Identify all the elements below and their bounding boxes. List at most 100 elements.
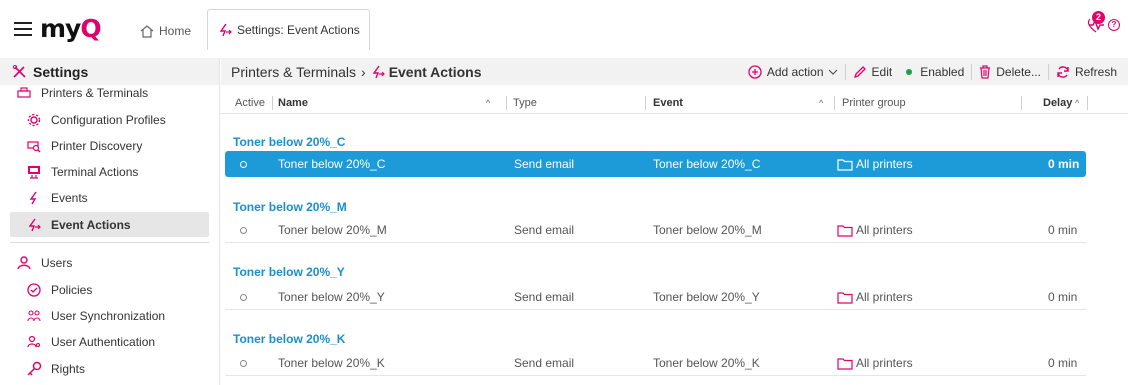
cell-type: Send email [514, 223, 575, 237]
sidebar-item-label: Rights [51, 361, 86, 376]
add-action-button[interactable]: Add action [741, 58, 845, 85]
main-content: Printers & Terminals › Event Actions Add… [221, 58, 1128, 385]
cell-name: Toner below 20%_K [278, 356, 385, 370]
edit-button[interactable]: Edit [846, 58, 900, 85]
toolbar-actions: Add action Edit Enabled Delete... Refres… [741, 58, 1124, 85]
top-bar: myQ Home Settings: Event Actions 2 ? [0, 0, 1128, 50]
notification-badge: 2 [1092, 11, 1105, 24]
group-header[interactable]: Toner below 20%_Y [233, 264, 345, 280]
cell-event: Toner below 20%_C [653, 157, 761, 171]
home-tab-label: Home [159, 24, 192, 38]
sidebar-item-rights[interactable]: Rights [0, 356, 219, 381]
tab-label: Settings: Event Actions [237, 23, 360, 37]
sidebar-item-label: Configuration Profiles [51, 112, 166, 127]
myq-logo[interactable]: myQ [40, 16, 102, 42]
sidebar-item-users[interactable]: Users [0, 250, 219, 275]
sidebar-item-label: Events [51, 190, 88, 205]
cell-printer-group: All printers [837, 217, 913, 243]
column-separator [1087, 96, 1088, 110]
column-type[interactable]: Type [513, 92, 537, 114]
sidebar-title: Settings [33, 63, 89, 80]
cell-delay: 0 min [1048, 157, 1080, 171]
refresh-icon [1057, 65, 1069, 78]
table-header: Active Name ^ Type Event ^ Printer group… [221, 92, 1128, 114]
cell-type: Send email [514, 356, 575, 370]
cell-name: Toner below 20%_Y [278, 290, 385, 304]
sort-asc-icon[interactable]: ^ [819, 92, 823, 114]
table-row[interactable]: Toner below 20%_K Send email Toner below… [225, 350, 1086, 376]
group-header[interactable]: Toner below 20%_M [233, 199, 347, 215]
printer-group-label: All printers [856, 290, 913, 304]
delete-button[interactable]: Delete... [972, 58, 1048, 85]
user-key-icon [26, 334, 42, 350]
column-separator [272, 96, 273, 110]
plus-circle-icon [748, 64, 762, 79]
help-icon[interactable]: ? [1108, 19, 1120, 31]
group-header[interactable]: Toner below 20%_C [233, 134, 345, 150]
column-active[interactable]: Active [235, 92, 265, 114]
pencil-icon [853, 65, 866, 78]
cell-name: Toner below 20%_M [278, 223, 387, 237]
column-delay[interactable]: Delay [1043, 92, 1072, 114]
cell-event: Toner below 20%_Y [653, 290, 760, 304]
sidebar-item-terminal-actions[interactable]: Terminal Actions [0, 159, 219, 184]
table-row[interactable]: Toner below 20%_C Send email Toner below… [225, 151, 1086, 177]
active-radio[interactable] [240, 217, 247, 243]
table-row[interactable]: Toner below 20%_Y Send email Toner below… [225, 284, 1086, 310]
table-row[interactable]: Toner below 20%_M Send email Toner below… [225, 217, 1086, 243]
column-printer-group[interactable]: Printer group [842, 92, 906, 114]
cell-printer-group: All printers [837, 350, 913, 376]
sidebar-item-event-actions[interactable]: Event Actions [10, 212, 209, 237]
group-header[interactable]: Toner below 20%_K [233, 331, 345, 347]
sidebar-item-printer-discovery[interactable]: Printer Discovery [0, 133, 219, 158]
sidebar-header: Settings [0, 58, 219, 85]
refresh-button[interactable]: Refresh [1049, 58, 1124, 85]
cell-delay: 0 min [1048, 290, 1078, 304]
sidebar: Settings Printers & Terminals Configurat… [0, 58, 220, 385]
cell-delay: 0 min [1048, 223, 1078, 237]
toolbar: Printers & Terminals › Event Actions Add… [221, 58, 1128, 85]
sidebar-item-user-synchronization[interactable]: User Synchronization [0, 303, 219, 328]
active-radio[interactable] [240, 151, 247, 177]
column-name[interactable]: Name [278, 92, 308, 114]
hamburger-menu-icon[interactable] [14, 22, 32, 36]
printer-group-label: All printers [856, 223, 913, 237]
column-separator [645, 96, 646, 110]
printer-icon [16, 85, 32, 101]
sidebar-item-configuration-profiles[interactable]: Configuration Profiles [0, 107, 219, 132]
key-icon [26, 361, 42, 377]
sort-asc-icon[interactable]: ^ [1075, 92, 1079, 114]
breadcrumb: Printers & Terminals › Event Actions [231, 58, 482, 85]
sidebar-item-printers-terminals[interactable]: Printers & Terminals [0, 84, 219, 102]
enabled-label: Enabled [920, 64, 965, 79]
chevron-down-icon [828, 69, 837, 75]
trash-icon [980, 64, 991, 79]
folder-icon [837, 158, 853, 171]
column-separator [834, 96, 835, 110]
sort-asc-icon[interactable]: ^ [486, 92, 490, 114]
lightning-icon [26, 190, 42, 206]
user-icon [16, 255, 32, 271]
sidebar-item-events[interactable]: Events [0, 185, 219, 210]
sidebar-item-policies[interactable]: Policies [0, 277, 219, 302]
sidebar-item-label: User Synchronization [51, 308, 166, 323]
column-event[interactable]: Event [653, 92, 683, 114]
cell-type: Send email [514, 157, 575, 171]
column-separator [1021, 96, 1022, 110]
breadcrumb-parent[interactable]: Printers & Terminals [231, 64, 356, 80]
tab-settings-event-actions[interactable]: Settings: Event Actions [207, 9, 370, 50]
sidebar-item-user-authentication[interactable]: User Authentication [0, 329, 219, 354]
active-radio[interactable] [240, 350, 247, 376]
sidebar-item-label: Policies [51, 282, 93, 297]
event-action-icon [26, 217, 42, 233]
home-tab[interactable]: Home [140, 20, 191, 42]
cell-delay: 0 min [1048, 356, 1078, 370]
column-separator [506, 96, 507, 110]
folder-icon [837, 357, 853, 370]
enabled-toggle[interactable]: Enabled [899, 58, 971, 85]
sidebar-item-label: Terminal Actions [51, 164, 139, 179]
active-radio[interactable] [240, 284, 247, 310]
home-icon [140, 24, 154, 38]
folder-icon [837, 224, 853, 237]
add-action-label: Add action [766, 64, 824, 79]
